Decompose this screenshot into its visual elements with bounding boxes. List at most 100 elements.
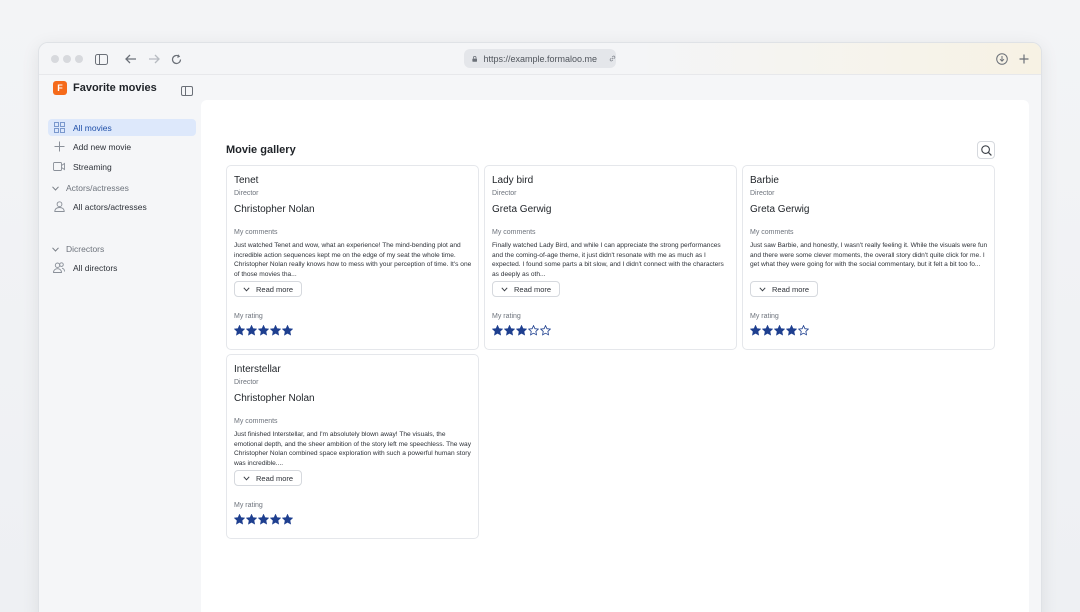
brand-logo: F	[53, 81, 67, 95]
star-empty-icon[interactable]	[528, 325, 539, 336]
star-filled-icon[interactable]	[234, 325, 245, 336]
role-label: Director	[492, 190, 517, 197]
sidebar-item-label: Add new movie	[73, 141, 132, 152]
movie-card-barbie[interactable]: Barbie Director Greta Gerwig My comments…	[742, 165, 995, 350]
star-filled-icon[interactable]	[246, 514, 257, 525]
sidebar-item-all-movies[interactable]: All movies	[48, 119, 196, 136]
star-filled-icon[interactable]	[516, 325, 527, 336]
rating-label: My rating	[234, 502, 263, 509]
comment-text: Just finished Interstellar, and I'm abso…	[234, 431, 472, 468]
star-rating	[492, 325, 551, 336]
star-filled-icon[interactable]	[492, 325, 503, 336]
movie-card-tenet[interactable]: Tenet Director Christopher Nolan My comm…	[226, 165, 479, 350]
star-filled-icon[interactable]	[234, 514, 245, 525]
lock-icon	[472, 55, 478, 62]
star-empty-icon[interactable]	[798, 325, 809, 336]
comment-text: Just watched Tenet and wow, what an expe…	[234, 242, 472, 279]
sidebar-item-all-directors[interactable]: All directors	[48, 259, 196, 276]
director-name: Greta Gerwig	[750, 204, 810, 215]
read-more-button[interactable]: Read more	[492, 281, 561, 297]
main-content: Movie gallery Tenet Director Christopher…	[201, 100, 1029, 612]
movie-title: Lady bird	[492, 175, 534, 186]
read-more-label: Read more	[772, 284, 810, 294]
sidebar-toggle-icon[interactable]	[93, 51, 109, 67]
brand[interactable]: F Favorite movies	[53, 81, 157, 95]
star-filled-icon[interactable]	[774, 325, 785, 336]
sidebar-item-label: All movies	[73, 122, 112, 133]
section-actors[interactable]: Actors/actresses	[52, 183, 129, 193]
rating-label: My rating	[492, 313, 521, 320]
link-icon[interactable]	[609, 54, 616, 63]
sidebar-item-label: Streaming	[73, 161, 112, 172]
download-icon[interactable]	[994, 51, 1010, 67]
comment-text: Just saw Barbie, and honestly, I wasn't …	[750, 242, 988, 269]
brand-title: Favorite movies	[73, 82, 157, 94]
star-filled-icon[interactable]	[504, 325, 515, 336]
collapse-sidebar-icon[interactable]	[181, 83, 193, 101]
chevron-down-icon	[501, 286, 508, 292]
read-more-label: Read more	[256, 473, 294, 483]
star-filled-icon[interactable]	[786, 325, 797, 336]
director-name: Greta Gerwig	[492, 204, 552, 215]
read-more-label: Read more	[514, 284, 552, 294]
rating-label: My rating	[750, 313, 779, 320]
star-filled-icon[interactable]	[270, 514, 281, 525]
read-more-button[interactable]: Read more	[750, 281, 819, 297]
comments-label: My comments	[234, 418, 278, 425]
sidebar-item-label: All directors	[73, 262, 118, 273]
sidebar-item-all-actors[interactable]: All actors/actresses	[48, 198, 196, 215]
read-more-button[interactable]: Read more	[234, 470, 303, 486]
read-more-label: Read more	[256, 284, 294, 294]
sidebar: F Favorite movies All movies Add new mov…	[39, 75, 201, 612]
user-icon	[53, 201, 65, 213]
star-filled-icon[interactable]	[282, 325, 293, 336]
chevron-down-icon	[52, 246, 59, 252]
star-rating	[234, 325, 293, 336]
chevron-down-icon	[52, 185, 59, 191]
rating-label: My rating	[234, 313, 263, 320]
comments-label: My comments	[750, 229, 794, 236]
browser-titlebar: https://example.formaloo.me	[39, 43, 1041, 75]
role-label: Director	[750, 190, 775, 197]
plus-icon	[53, 141, 65, 153]
star-filled-icon[interactable]	[750, 325, 761, 336]
chevron-down-icon	[243, 475, 250, 481]
back-arrow-icon[interactable]	[123, 51, 139, 67]
comment-text: Finally watched Lady Bird, and while I c…	[492, 242, 724, 279]
video-icon	[53, 161, 65, 173]
star-filled-icon[interactable]	[282, 514, 293, 525]
sidebar-item-label: All actors/actresses	[73, 201, 147, 212]
star-filled-icon[interactable]	[762, 325, 773, 336]
sidebar-item-streaming[interactable]: Streaming	[48, 158, 196, 175]
address-bar[interactable]: https://example.formaloo.me	[464, 49, 616, 68]
window-zoom-dot[interactable]	[75, 55, 83, 63]
role-label: Director	[234, 190, 259, 197]
star-filled-icon[interactable]	[258, 514, 269, 525]
movie-card-interstellar[interactable]: Interstellar Director Christopher Nolan …	[226, 354, 479, 539]
section-directors[interactable]: Dicrectors	[52, 244, 104, 254]
reload-icon[interactable]	[168, 51, 184, 67]
star-filled-icon[interactable]	[246, 325, 257, 336]
window-close-dot[interactable]	[51, 55, 59, 63]
forward-arrow-icon[interactable]	[146, 51, 162, 67]
star-rating	[750, 325, 809, 336]
address-url: https://example.formaloo.me	[483, 53, 597, 64]
star-rating	[234, 514, 293, 525]
comments-label: My comments	[492, 229, 536, 236]
grid-icon	[53, 122, 65, 134]
star-empty-icon[interactable]	[540, 325, 551, 336]
page-title: Movie gallery	[226, 144, 296, 156]
comments-label: My comments	[234, 229, 278, 236]
chevron-down-icon	[243, 286, 250, 292]
search-button[interactable]	[977, 141, 995, 159]
new-tab-plus-icon[interactable]	[1016, 51, 1032, 67]
star-filled-icon[interactable]	[270, 325, 281, 336]
movie-card-lady-bird[interactable]: Lady bird Director Greta Gerwig My comme…	[484, 165, 737, 350]
window-minimize-dot[interactable]	[63, 55, 71, 63]
read-more-button[interactable]: Read more	[234, 281, 303, 297]
sidebar-item-add-new-movie[interactable]: Add new movie	[48, 138, 196, 155]
section-label: Dicrectors	[66, 244, 105, 254]
movie-title: Tenet	[234, 175, 259, 186]
role-label: Director	[234, 379, 259, 386]
star-filled-icon[interactable]	[258, 325, 269, 336]
